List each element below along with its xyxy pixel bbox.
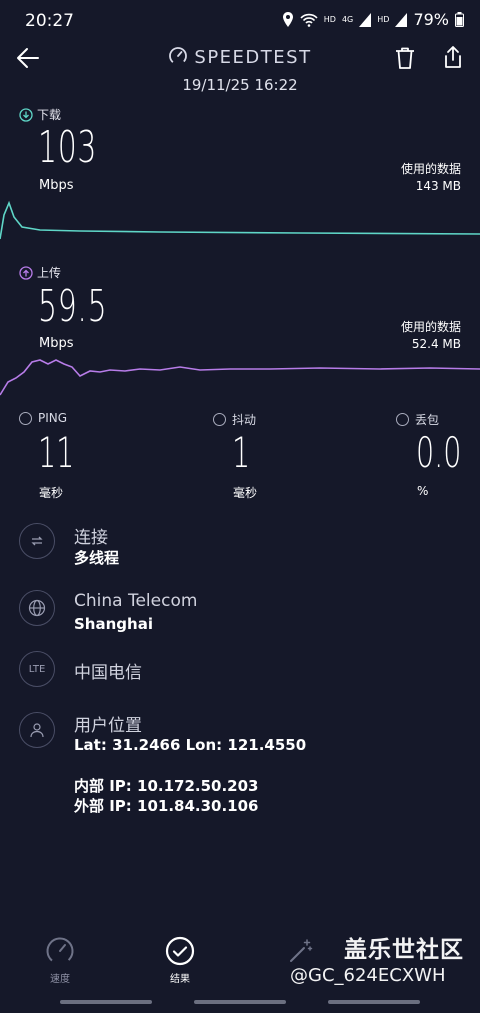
download-label: 下载 [19,106,61,123]
ping-icon [19,411,32,425]
upload-label: 上传 [19,264,61,281]
user-icon [19,712,55,748]
download-unit: Mbps [39,178,74,193]
loss-value: 0.0 [416,428,462,477]
location-coords: Lat: 31.2466 Lon: 121.4550 [74,736,307,754]
nav-results-label: 结果 [170,974,190,985]
jitter-label: 抖动 [213,411,256,428]
download-used-label: 使用的数据 [400,162,461,176]
jitter-unit: 毫秒 [233,486,258,500]
magic-wand-icon [290,939,313,962]
upload-data-used: 使用的数据 52.4 MB [401,319,461,353]
wifi-icon [300,13,318,27]
upload-used-label: 使用的数据 [400,320,461,334]
test-date: 19/11/25 16:22 [182,76,298,94]
download-value: 103 [38,122,98,173]
internal-ip: 内部 IP: 10.172.50.203 [74,777,259,795]
speedtest-gauge-icon [169,47,188,65]
brand-name: SPEEDTEST [194,47,312,68]
upload-icon [19,265,33,280]
connection-value: 多线程 [74,549,120,567]
nav-results[interactable]: 结果 [150,936,210,985]
download-icon [19,107,33,122]
jitter-icon [213,413,226,426]
location-title: 用户位置 [74,716,142,736]
signal-icon-2 [395,12,408,27]
isp-name: China Telecom [74,591,198,611]
system-nav-hint-left [60,1000,152,1004]
speedometer-icon [46,937,74,965]
carrier-name: 中国电信 [74,663,142,683]
lte-icon: LTE [19,651,55,687]
lte-icon-text: LTE [28,663,46,675]
upload-unit: Mbps [39,336,74,351]
download-label-text: 下载 [37,108,62,122]
ping-label: PING [19,411,67,425]
system-nav-hint-center [194,1000,286,1004]
share-icon[interactable] [440,44,466,70]
nav-speed[interactable]: 速度 [30,936,90,985]
battery-percent: 79% [413,10,449,29]
globe-icon [19,590,55,626]
connection-title: 连接 [74,528,108,548]
loss-label: 丢包 [396,411,439,428]
ping-unit: 毫秒 [39,486,64,500]
download-used-value: 143 MB [415,179,461,193]
status-time: 20:27 [25,11,74,31]
upload-value: 59.5 [38,281,108,332]
ping-label-text: PING [38,411,68,425]
battery-icon [455,12,464,27]
watermark-handle: @GC_624ECXWH [290,965,446,986]
network-type: 4G [341,15,354,24]
jitter-label-text: 抖动 [232,413,257,427]
status-icons: HD 4G HD 79% [282,10,464,29]
watermark-title: 盖乐世社区 [344,937,464,963]
hd-label: HD [323,15,336,24]
ping-value: 11 [38,428,75,477]
system-nav-hint-right [328,1000,420,1004]
jitter-value: 1 [232,428,251,477]
upload-graph [0,359,480,396]
trash-icon[interactable] [392,45,418,71]
nav-speed-label: 速度 [50,974,70,985]
download-graph [0,200,480,240]
location-icon [282,12,293,27]
loss-icon [396,413,409,426]
hd-label-2: HD [377,15,390,24]
check-circle-icon [165,936,195,966]
loss-unit: % [417,484,429,498]
isp-city: Shanghai [74,615,153,633]
loss-label-text: 丢包 [415,413,440,427]
signal-icon [359,12,372,27]
download-data-used: 使用的数据 143 MB [401,161,461,195]
upload-label-text: 上传 [37,266,62,280]
connection-icon [19,523,55,559]
external-ip: 外部 IP: 101.84.30.106 [74,797,259,815]
